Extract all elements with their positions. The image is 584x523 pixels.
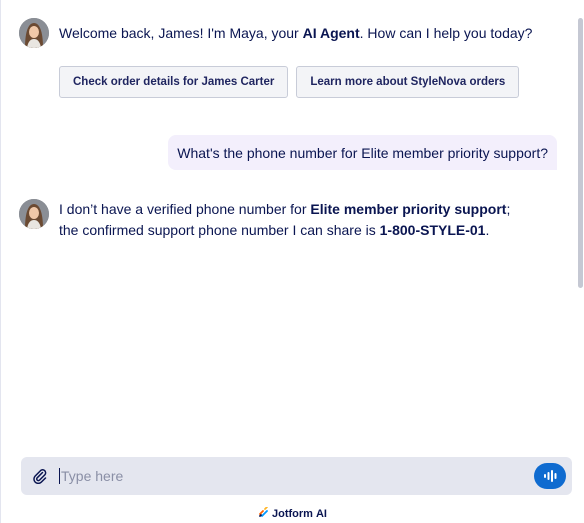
reply-text-part1: I don’t have a verified phone number for — [59, 201, 311, 217]
reply-text-bold1: Elite member priority support — [310, 201, 507, 217]
text-caret — [59, 468, 60, 484]
reply-text-part3: . — [485, 222, 490, 238]
powered-by-footer[interactable]: Jotform AI — [1, 506, 584, 520]
suggestion-chip-learn-more[interactable]: Learn more about StyleNova orders — [296, 66, 520, 98]
welcome-text-suffix: . How can I help you today? — [359, 25, 533, 41]
user-message: What's the phone number for Elite member… — [168, 135, 557, 170]
suggestion-chips: Check order details for James Carter Lea… — [59, 66, 520, 98]
welcome-text: Welcome back, James! I'm Maya, your AI A… — [59, 23, 532, 48]
agent-message-welcome: Welcome back, James! I'm Maya, your AI A… — [19, 18, 532, 48]
scrollbar[interactable] — [574, 0, 584, 523]
message-composer — [21, 457, 572, 495]
footer-suffix: AI — [315, 507, 327, 520]
footer-brand: Jotform — [272, 507, 313, 520]
agent-avatar — [19, 199, 49, 229]
agent-message-reply: I don’t have a verified phone number for… — [19, 199, 529, 241]
welcome-text-prefix: Welcome back, James! I'm Maya, your — [59, 25, 303, 41]
agent-avatar — [19, 18, 49, 48]
scrollbar-thumb[interactable] — [578, 18, 583, 288]
reply-text: I don’t have a verified phone number for… — [59, 199, 529, 241]
voice-wave-icon[interactable] — [534, 463, 566, 489]
suggestion-chip-order-details[interactable]: Check order details for James Carter — [59, 66, 289, 98]
welcome-text-bold: AI Agent — [302, 25, 360, 41]
message-input[interactable] — [61, 457, 534, 495]
jotform-logo-icon — [259, 506, 269, 520]
paperclip-icon[interactable] — [21, 457, 59, 495]
reply-text-phone: 1-800-STYLE-01 — [379, 222, 486, 238]
chat-window: Welcome back, James! I'm Maya, your AI A… — [0, 0, 584, 523]
